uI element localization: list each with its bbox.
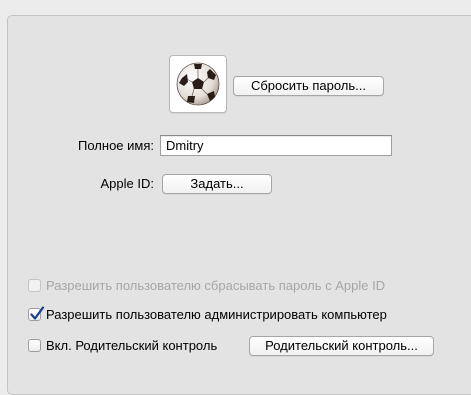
apple-id-set-button[interactable]: Задать... xyxy=(162,174,272,194)
parental-controls-button[interactable]: Родительский контроль... xyxy=(249,336,434,356)
allow-admin-option: Разрешить пользователю администрировать … xyxy=(28,305,387,322)
window-top-strip xyxy=(0,0,471,15)
parental-controls-checkbox[interactable] xyxy=(28,338,41,352)
user-avatar[interactable] xyxy=(169,55,227,113)
full-name-label: Полное имя: xyxy=(78,138,154,153)
allow-admin-label: Разрешить пользователю администрировать … xyxy=(46,306,387,322)
apple-id-label: Apple ID: xyxy=(100,176,154,191)
allow-reset-apple-id-option: Разрешить пользователю сбрасывать пароль… xyxy=(28,277,385,293)
parental-controls-label: Вкл. Родительский контроль xyxy=(46,337,218,353)
reset-password-button[interactable]: Сбросить пароль... xyxy=(233,76,384,96)
soccer-ball-icon xyxy=(176,62,220,106)
allow-admin-checkbox[interactable] xyxy=(28,305,45,321)
parental-controls-option: Вкл. Родительский контроль xyxy=(28,337,217,353)
allow-reset-apple-id-label: Разрешить пользователю сбрасывать пароль… xyxy=(46,277,386,293)
checkmark-icon xyxy=(30,305,45,320)
full-name-field[interactable]: Dmitry xyxy=(160,135,392,156)
allow-reset-apple-id-checkbox[interactable] xyxy=(28,278,41,292)
